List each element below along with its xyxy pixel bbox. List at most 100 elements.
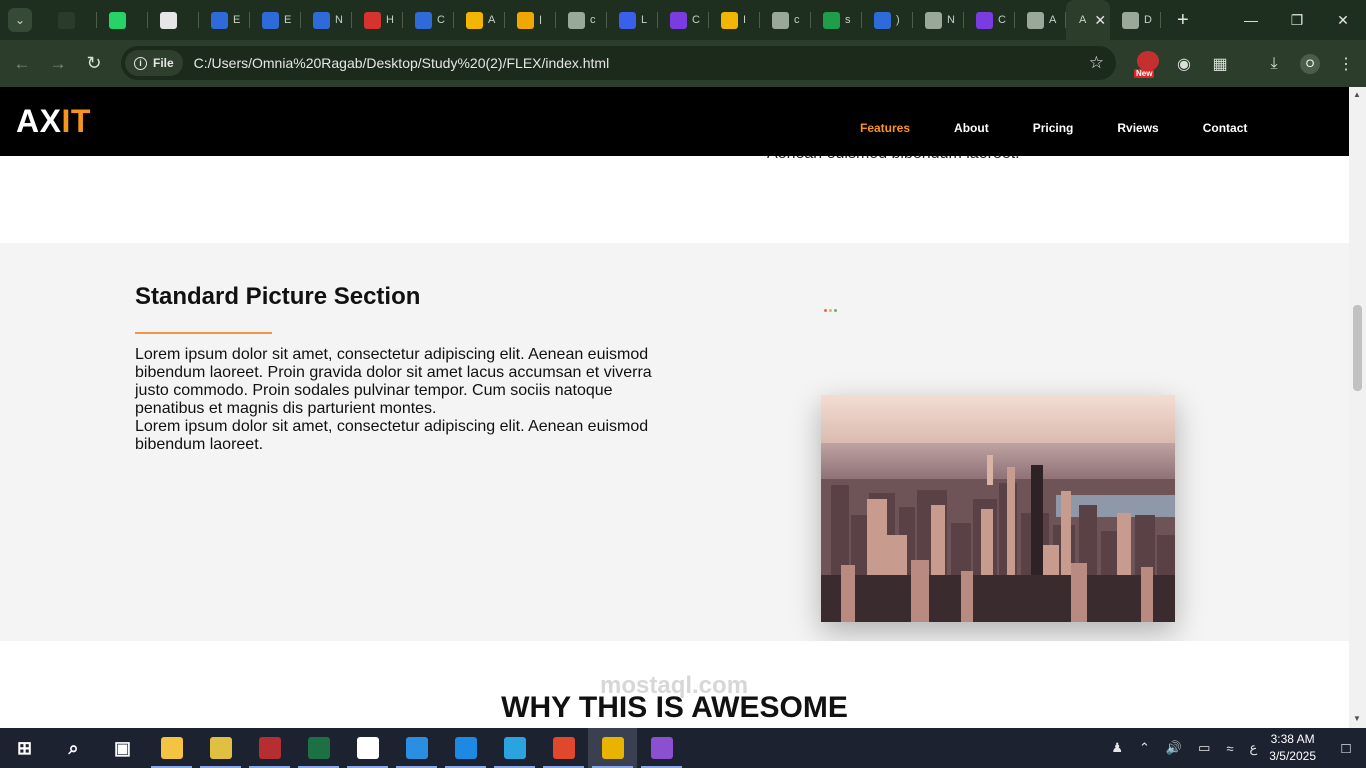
taskbar-windows-start-button[interactable]: ⊞ — [0, 728, 49, 768]
browser-tab[interactable]: A — [1015, 0, 1066, 40]
forward-button[interactable]: → — [40, 46, 76, 82]
taskbar-office-button[interactable] — [539, 728, 588, 768]
profile-button[interactable]: O — [1292, 46, 1328, 82]
city-skyline-image — [821, 395, 1175, 622]
browser-tab[interactable]: C — [658, 0, 709, 40]
notion-icon — [356, 737, 379, 759]
p-favicon-icon — [670, 11, 687, 29]
telegram-icon — [503, 737, 526, 759]
scroll-down-icon[interactable]: ▼ — [1353, 714, 1361, 723]
taskbar-access-button[interactable] — [245, 728, 294, 768]
restore-button[interactable]: ❐ — [1274, 0, 1320, 40]
site-logo[interactable]: AXIT — [16, 103, 91, 140]
tab-title: H — [386, 14, 394, 26]
file-explorer-icon — [160, 737, 183, 759]
extension-eyes-button[interactable]: ◉ — [1166, 46, 1202, 82]
taskbar-excel-button[interactable] — [294, 728, 343, 768]
scrollbar-thumb[interactable] — [1353, 305, 1362, 391]
edge-icon — [454, 737, 477, 759]
extension-new-button[interactable]: New — [1130, 46, 1166, 82]
globe-favicon-icon — [1027, 11, 1044, 29]
extensions-puzzle-button[interactable]: ▦ — [1202, 46, 1238, 82]
browser-tab[interactable] — [97, 0, 148, 40]
nav-link-features[interactable]: Features — [860, 121, 910, 135]
taskbar-apps: ⊞ ⌕ ▣ — [0, 728, 686, 768]
downloads-button[interactable]: ⤓ — [1256, 46, 1292, 82]
office-icon — [552, 737, 575, 759]
taskbar-edge-button[interactable] — [441, 728, 490, 768]
nav-link-pricing[interactable]: Pricing — [1033, 121, 1074, 135]
notification-center-icon[interactable]: □ — [1326, 728, 1366, 768]
close-tab-icon[interactable]: ✕ — [1094, 12, 1106, 29]
browser-tab[interactable]: C — [964, 0, 1015, 40]
scroll-up-icon[interactable]: ▲ — [1353, 90, 1361, 99]
nav-link-rviews[interactable]: Rviews — [1117, 121, 1158, 135]
browser-tab[interactable]: I — [709, 0, 760, 40]
taskbar-notion-button[interactable] — [343, 728, 392, 768]
dot-green — [834, 309, 837, 312]
address-bar[interactable]: i File C:/Users/Omnia%20Ragab/Desktop/St… — [121, 46, 1116, 80]
bookmark-star-icon[interactable]: ☆ — [1089, 53, 1104, 73]
browser-tabstrip: ⌄ E E N H C A ا c L C Ic s) N C A A ✕ D + — ❐ ✕ — [0, 0, 1366, 40]
tab-title: A — [1079, 14, 1087, 26]
browser-tab[interactable]: ) — [862, 0, 913, 40]
tab-search-button[interactable]: ⌄ — [8, 8, 32, 32]
tab-title: s — [845, 14, 851, 26]
battery-icon[interactable]: ▭ — [1198, 740, 1210, 756]
site-header: AXIT Features About Pricing Rviews Contact — [0, 87, 1349, 156]
section-paragraph: Lorem ipsum dolor sit amet, consectetur … — [135, 346, 665, 454]
kebab-menu-icon: ⋮ — [1338, 55, 1354, 73]
browser-tab-active[interactable]: A ✕ — [1066, 0, 1110, 40]
fiverr-favicon-icon — [58, 11, 75, 29]
taskbar-vscode-button[interactable] — [392, 728, 441, 768]
browser-tab[interactable]: E — [199, 0, 250, 40]
browser-tab[interactable]: H — [352, 0, 403, 40]
chevron-up-icon[interactable]: ⌃ — [1139, 740, 1150, 756]
taskbar-paint-button[interactable] — [196, 728, 245, 768]
taskbar-visual-studio-button[interactable] — [637, 728, 686, 768]
reload-button[interactable]: ↻ — [76, 46, 112, 82]
decorative-dots — [824, 309, 837, 312]
site-info-chip[interactable]: i File — [125, 50, 183, 76]
taskbar-telegram-button[interactable] — [490, 728, 539, 768]
nav-link-about[interactable]: About — [954, 121, 989, 135]
classroom-favicon-icon — [823, 11, 840, 29]
new-tab-button[interactable]: + — [1177, 9, 1189, 32]
browser-tab[interactable]: A — [454, 0, 505, 40]
info-icon: i — [134, 56, 147, 70]
language-indicator[interactable]: ع — [1250, 740, 1258, 756]
wifi-icon[interactable]: ≈ — [1226, 741, 1233, 756]
taskbar-chrome-button[interactable] — [588, 728, 637, 768]
browser-tab[interactable]: c — [556, 0, 607, 40]
browser-tab[interactable]: c — [760, 0, 811, 40]
url-text[interactable]: C:/Users/Omnia%20Ragab/Desktop/Study%20(… — [194, 55, 610, 71]
system-tray: ♟ ⌃ 🔊 ▭ ≈ ع 3:38 AM 3/5/2025 □ — [1103, 728, 1366, 768]
page-scrollbar[interactable]: ▲ ▼ — [1349, 87, 1366, 728]
browser-tab[interactable]: C — [403, 0, 454, 40]
excel-icon — [307, 737, 330, 759]
video-favicon-icon — [619, 11, 636, 29]
browser-tab[interactable]: D — [1110, 0, 1161, 40]
browser-menu-button[interactable]: ⋮ — [1328, 46, 1364, 82]
browser-tab[interactable]: E — [250, 0, 301, 40]
browser-tab[interactable]: s — [811, 0, 862, 40]
clock[interactable]: 3:38 AM 3/5/2025 — [1269, 731, 1316, 765]
tab-title: ) — [896, 14, 900, 26]
close-window-button[interactable]: ✕ — [1320, 0, 1366, 40]
tab-title: E — [284, 14, 292, 26]
tab-title: D — [1144, 14, 1152, 26]
people-icon[interactable]: ♟ — [1111, 740, 1123, 756]
volume-icon[interactable]: 🔊 — [1166, 740, 1182, 756]
browser-tab[interactable] — [46, 0, 97, 40]
browser-tab[interactable] — [148, 0, 199, 40]
taskbar-search-button[interactable]: ⌕ — [49, 728, 98, 768]
nav-link-contact[interactable]: Contact — [1203, 121, 1248, 135]
minimize-button[interactable]: — — [1228, 0, 1274, 40]
browser-tab[interactable]: ا — [505, 0, 556, 40]
browser-tab[interactable]: L — [607, 0, 658, 40]
browser-tab[interactable]: N — [301, 0, 352, 40]
taskbar-file-explorer-button[interactable] — [147, 728, 196, 768]
taskbar-task-view-button[interactable]: ▣ — [98, 728, 147, 768]
back-button[interactable]: ← — [4, 46, 40, 82]
browser-tab[interactable]: N — [913, 0, 964, 40]
